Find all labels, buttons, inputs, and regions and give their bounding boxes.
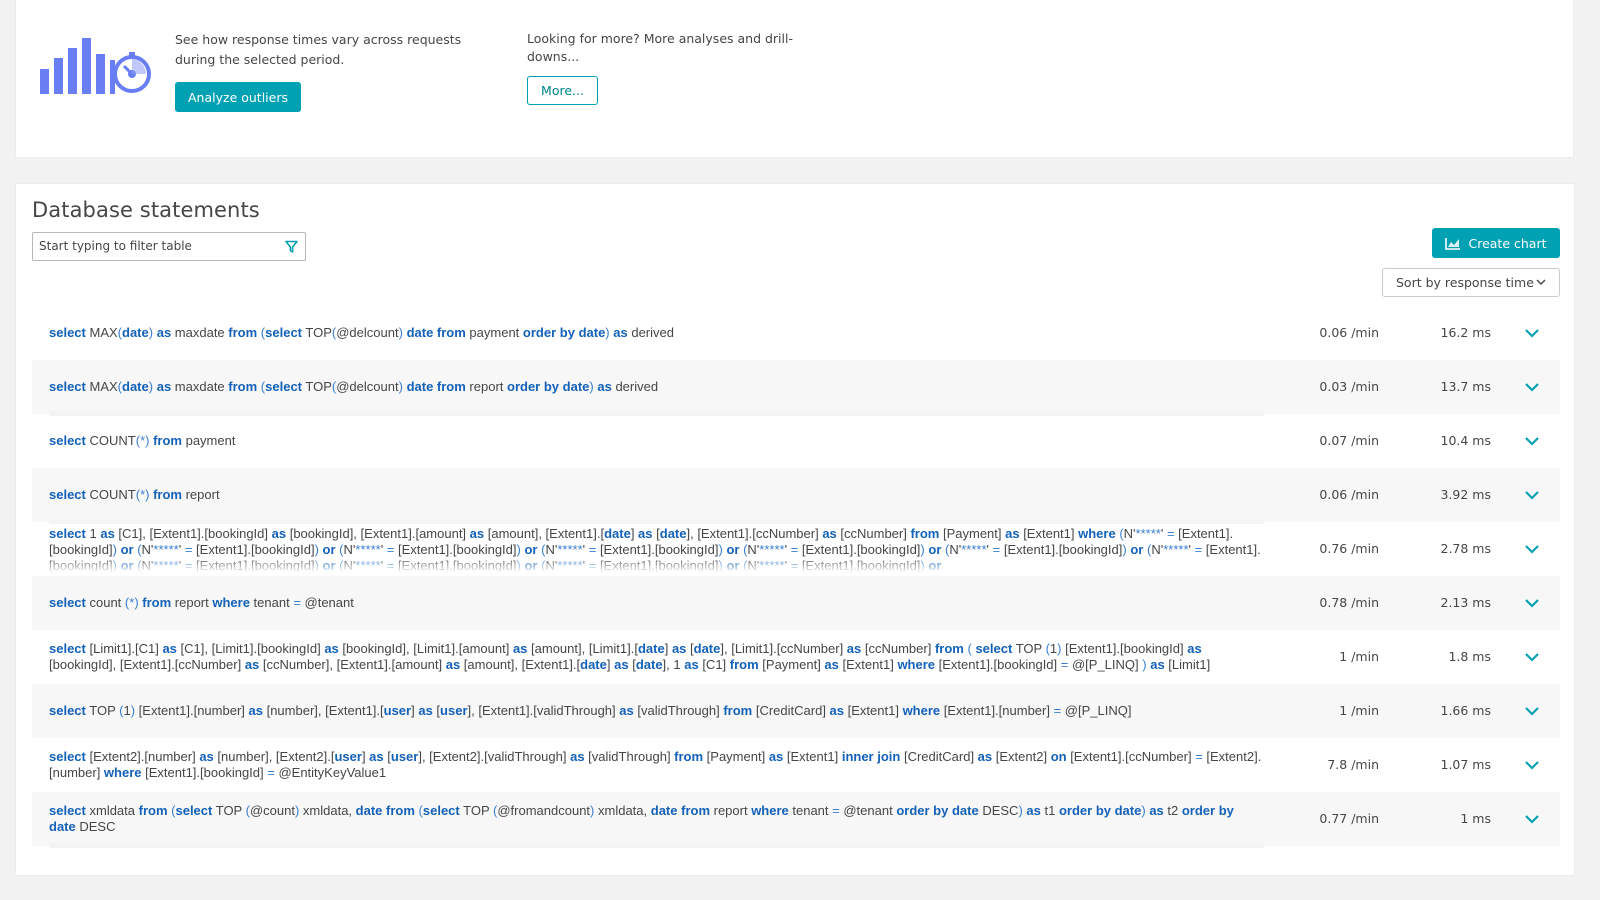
analyze-outliers-button[interactable]: Analyze outliers [175,82,301,112]
chevron-down-icon[interactable] [1524,705,1540,717]
section-title: Database statements [32,198,260,222]
sort-dropdown-label: Sort by response time [1396,275,1534,290]
filter-box [32,232,306,261]
sql-statement: select count (*) from report where tenan… [49,595,354,610]
call-rate: 0.77 /min [1319,811,1379,826]
table-row[interactable]: select 1 as [C1], [Extent1].[bookingId] … [32,522,1560,576]
call-rate: 7.8 /min [1327,757,1379,772]
chevron-down-icon [1536,279,1546,285]
sql-statement: select TOP (1) [Extent1].[number] as [nu… [49,703,1132,718]
call-rate: 0.06 /min [1319,325,1379,340]
call-rate: 0.03 /min [1319,379,1379,394]
chevron-down-icon[interactable] [1524,813,1540,825]
response-time: 2.78 ms [1440,541,1492,556]
chevron-down-icon[interactable] [1524,327,1540,339]
create-chart-label: Create chart [1468,235,1547,251]
sql-statement: select MAX(date) as maxdate from (select… [49,325,674,340]
chevron-down-icon[interactable] [1524,759,1540,771]
sql-statement: select MAX(date) as maxdate from (select… [49,379,659,394]
response-time: 1.07 ms [1440,757,1492,772]
table-row[interactable]: select [Extent2].[number] as [number], [… [32,738,1560,792]
sql-statement: select [Extent2].[number] as [number], [… [49,749,1262,780]
sql-statement: select COUNT(*) from payment [49,433,236,448]
table-row[interactable]: select count (*) from report where tenan… [32,576,1560,630]
sql-statement: select 1 as [C1], [Extent1].[bookingId] … [49,526,1264,573]
table-row[interactable]: select COUNT(*) from report 0.06 /min 3.… [32,468,1560,524]
more-analyses-text: Looking for more? More analyses and dril… [527,31,793,64]
table-row[interactable]: select MAX(date) as maxdate from (select… [32,306,1560,360]
response-time: 16.2 ms [1440,325,1492,340]
sql-statement: select COUNT(*) from report [49,487,220,502]
outliers-description: See how response times vary across reque… [175,32,462,67]
chevron-down-icon[interactable] [1524,651,1540,663]
response-time: 1.66 ms [1440,703,1492,718]
call-rate: 0.07 /min [1319,433,1379,448]
outliers-card: See how response times vary across reque… [16,0,1573,157]
filter-icon[interactable] [285,240,298,253]
database-statements-card: Database statements Create chart Sort by… [16,184,1574,875]
response-time: 13.7 ms [1440,379,1492,394]
response-time: 2.13 ms [1440,595,1492,610]
table-row[interactable]: select COUNT(*) from payment 0.07 /min 1… [32,414,1560,468]
call-rate: 0.06 /min [1319,487,1379,502]
response-time: 1 ms [1460,811,1491,826]
filter-input[interactable] [33,233,274,258]
table-row[interactable]: select TOP (1) [Extent1].[number] as [nu… [32,684,1560,738]
response-time: 3.92 ms [1440,487,1492,502]
sql-statement: select [Limit1].[C1] as [C1], [Limit1].[… [49,641,1211,672]
chevron-down-icon[interactable] [1524,381,1540,393]
table-row[interactable]: select MAX(date) as maxdate from (select… [32,360,1560,416]
more-button[interactable]: More... [527,76,598,105]
sort-dropdown[interactable]: Sort by response time [1382,268,1560,297]
divider [49,843,1264,848]
call-rate: 1 /min [1339,703,1379,718]
response-time: 10.4 ms [1440,433,1492,448]
call-rate: 0.78 /min [1319,595,1379,610]
call-rate: 1 /min [1339,649,1379,664]
call-rate: 0.76 /min [1319,541,1379,556]
chevron-down-icon[interactable] [1524,435,1540,447]
table-row[interactable]: select [Limit1].[C1] as [C1], [Limit1].[… [32,630,1560,684]
chevron-down-icon[interactable] [1524,543,1540,555]
sql-statement: select xmldata from (select TOP (@count)… [49,803,1234,834]
table-row[interactable]: select xmldata from (select TOP (@count)… [32,792,1560,848]
chevron-down-icon[interactable] [1524,489,1540,501]
response-time-chart-icon [40,38,151,94]
chevron-down-icon[interactable] [1524,597,1540,609]
response-time: 1.8 ms [1448,649,1491,664]
create-chart-button[interactable]: Create chart [1432,228,1560,258]
statements-table: select MAX(date) as maxdate from (select… [32,306,1560,848]
chart-icon [1445,237,1461,250]
